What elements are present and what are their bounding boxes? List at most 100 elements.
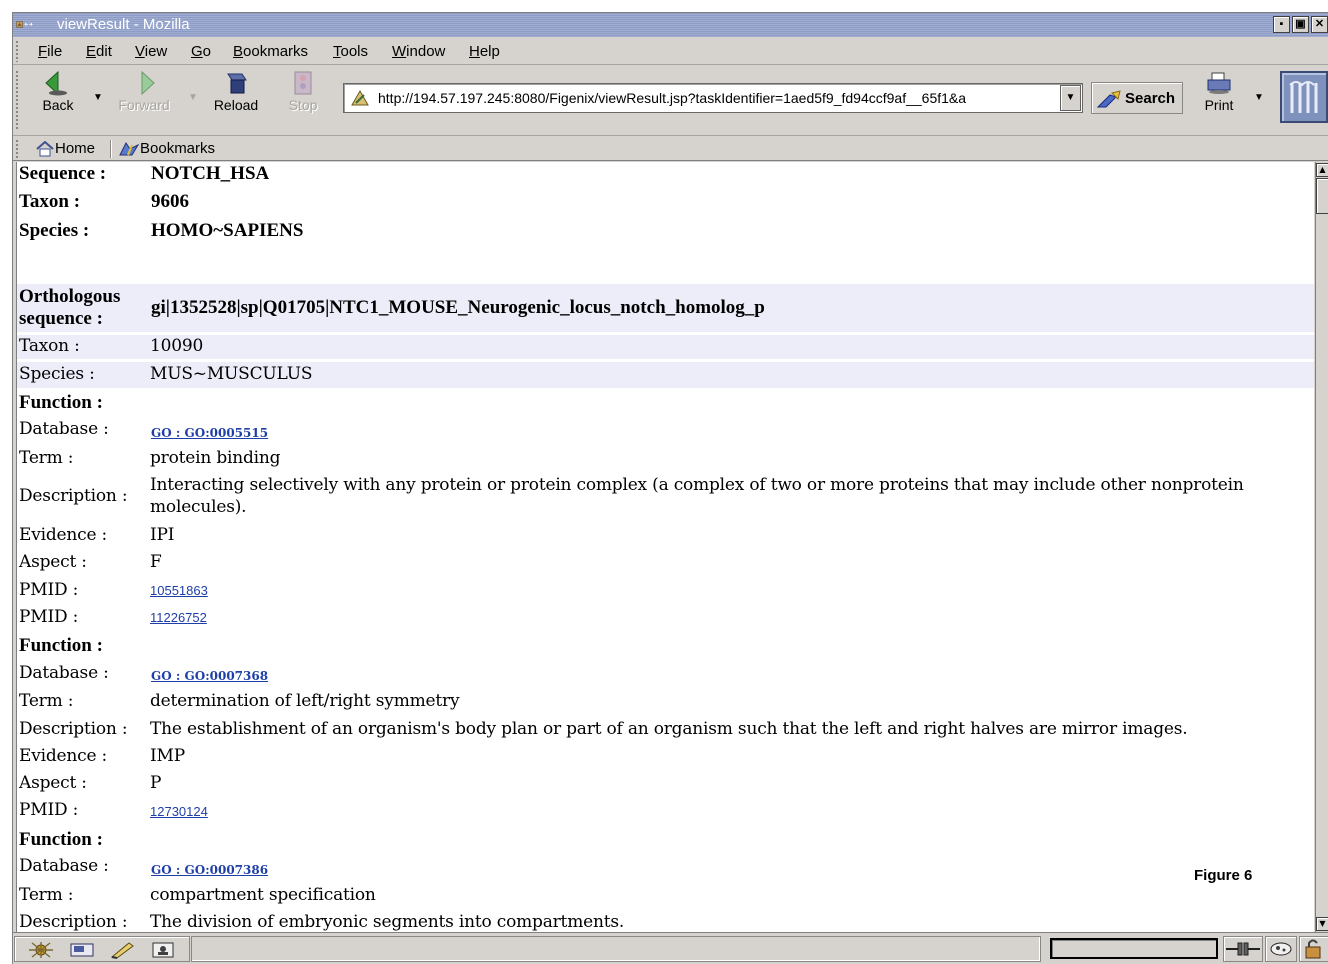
bookmarks-button[interactable]: Bookmarks	[118, 140, 215, 157]
personalbar-grip[interactable]	[15, 139, 20, 159]
window-controls: ▪ ▣ ✕	[1271, 16, 1328, 33]
url-history-dropdown[interactable]: ▼	[1060, 85, 1081, 111]
description-label: Description :	[19, 719, 128, 739]
aspect-value: P	[150, 773, 162, 793]
menu-window[interactable]: Window	[392, 43, 445, 60]
menu-go[interactable]: Go	[191, 43, 211, 60]
bookmarks-label: Bookmarks	[140, 140, 216, 157]
description-label: Description :	[19, 912, 128, 932]
url-bar[interactable]: http://194.57.197.245:8080/Figenix/viewR…	[343, 83, 1083, 113]
forward-button[interactable]: Forward	[111, 70, 177, 113]
status-bar	[13, 932, 1328, 964]
menu-bookmarks[interactable]: Bookmarks	[233, 43, 308, 60]
close-button[interactable]: ✕	[1311, 16, 1328, 33]
go-database-link[interactable]: GO : GO:0005515	[151, 426, 268, 440]
progress-bar	[1050, 938, 1218, 959]
evidence-value: IPI	[150, 525, 175, 545]
back-button[interactable]: Back	[33, 70, 83, 113]
term-value: protein binding	[150, 448, 281, 468]
database-label: Database :	[19, 856, 109, 876]
cookie-icon	[1270, 942, 1292, 956]
home-button[interactable]: Home	[35, 140, 95, 157]
security-status[interactable]	[1265, 936, 1297, 962]
pmid-label: PMID :	[19, 580, 79, 600]
term-value: compartment specification	[150, 885, 376, 905]
mozilla-logo-icon	[1289, 81, 1318, 113]
taxon-value: 9606	[151, 191, 189, 212]
species-row: Species : HOMO~SAPIENS	[17, 218, 1314, 246]
function-heading: Function :	[19, 635, 103, 656]
lock-status[interactable]	[1299, 936, 1328, 962]
figure-caption: Figure 6	[1194, 867, 1253, 884]
pmid-label: PMID :	[19, 800, 79, 820]
scroll-thumb[interactable]	[1316, 178, 1328, 214]
window-title: viewResult - Mozilla	[57, 16, 190, 33]
search-button[interactable]: Search	[1091, 82, 1183, 114]
printer-icon	[1207, 72, 1231, 94]
ortholog-species-label: Species :	[19, 364, 95, 384]
ortholog-label: Orthologous sequence :	[19, 286, 120, 330]
ortholog-label-line2: sequence :	[19, 308, 103, 329]
search-icon	[1096, 90, 1121, 108]
back-arrow-icon	[45, 70, 67, 96]
ortholog-taxon-label: Taxon :	[19, 336, 80, 356]
sequence-label: Sequence :	[19, 163, 107, 184]
print-label: Print	[1204, 97, 1234, 113]
navigator-icon[interactable]	[27, 941, 55, 959]
go-database-link[interactable]: GO : GO:0007386	[151, 863, 268, 877]
scroll-down-button[interactable]: ▼	[1316, 917, 1328, 931]
evidence-label: Evidence :	[19, 746, 108, 766]
mozilla-throbber[interactable]	[1280, 71, 1328, 123]
ortholog-label-line1: Orthologous	[19, 286, 121, 307]
composer-icon[interactable]	[109, 941, 137, 959]
maximize-button[interactable]: ▣	[1292, 16, 1309, 33]
mail-icon[interactable]	[69, 941, 95, 959]
term-label: Term :	[19, 448, 74, 468]
minimize-button[interactable]: ▪	[1273, 16, 1290, 33]
term-value: determination of left/right symmetry	[150, 691, 460, 711]
page-content: Sequence : NOTCH_HSA Taxon : 9606 Specie…	[16, 162, 1314, 932]
pmid-link[interactable]: 11226752	[150, 610, 207, 625]
ortholog-taxon-row: Taxon : 10090	[17, 335, 1314, 359]
online-status[interactable]	[1223, 936, 1263, 962]
url-input[interactable]: http://194.57.197.245:8080/Figenix/viewR…	[378, 90, 1056, 106]
stop-button[interactable]: Stop	[283, 70, 323, 113]
navbar-grip[interactable]	[15, 70, 20, 130]
stop-label: Stop	[288, 97, 318, 113]
ortholog-taxon-value: 10090	[150, 336, 204, 356]
aspect-label: Aspect :	[19, 773, 87, 793]
vertical-scrollbar[interactable]: ▲ ▼	[1315, 162, 1328, 932]
ortholog-species-row: Species : MUS~MUSCULUS	[17, 362, 1314, 388]
home-icon	[36, 140, 54, 156]
print-dropdown[interactable]: ▼	[1254, 92, 1264, 103]
menu-tools[interactable]: Tools	[333, 43, 368, 60]
back-dropdown[interactable]: ▼	[93, 92, 103, 103]
scroll-up-button[interactable]: ▲	[1316, 163, 1328, 177]
forward-arrow-icon	[141, 70, 155, 96]
evidence-label: Evidence :	[19, 525, 108, 545]
toolbar-separator	[110, 140, 112, 158]
menu-help[interactable]: Help	[469, 43, 500, 60]
taxon-row: Taxon : 9606	[17, 190, 1314, 218]
pmid-link[interactable]: 10551863	[150, 583, 208, 598]
title-bar[interactable]: viewResult - Mozilla ▪ ▣ ✕	[13, 13, 1328, 37]
menu-file[interactable]: File	[38, 43, 62, 60]
forward-dropdown[interactable]: ▼	[188, 92, 198, 103]
browser-window: viewResult - Mozilla ▪ ▣ ✕ File Edit Vie…	[12, 12, 1328, 964]
pmid-link[interactable]: 12730124	[150, 804, 208, 819]
stop-icon	[294, 71, 312, 95]
print-button[interactable]: Print	[1196, 70, 1242, 113]
menu-view[interactable]: View	[135, 43, 167, 60]
reload-icon	[227, 73, 247, 94]
menubar-grip[interactable]	[15, 40, 20, 62]
bookmarks-icon	[119, 141, 140, 155]
reload-button[interactable]: Reload	[206, 70, 266, 113]
taxon-label: Taxon :	[19, 191, 81, 212]
go-database-link[interactable]: GO : GO:0007368	[151, 669, 268, 683]
reload-label: Reload	[213, 97, 259, 113]
forward-label: Forward	[118, 97, 170, 113]
description-line1: The establishment of an organism's body …	[150, 719, 1188, 739]
menu-edit[interactable]: Edit	[86, 43, 112, 60]
database-label: Database :	[19, 663, 109, 683]
address-book-icon[interactable]	[151, 941, 175, 959]
